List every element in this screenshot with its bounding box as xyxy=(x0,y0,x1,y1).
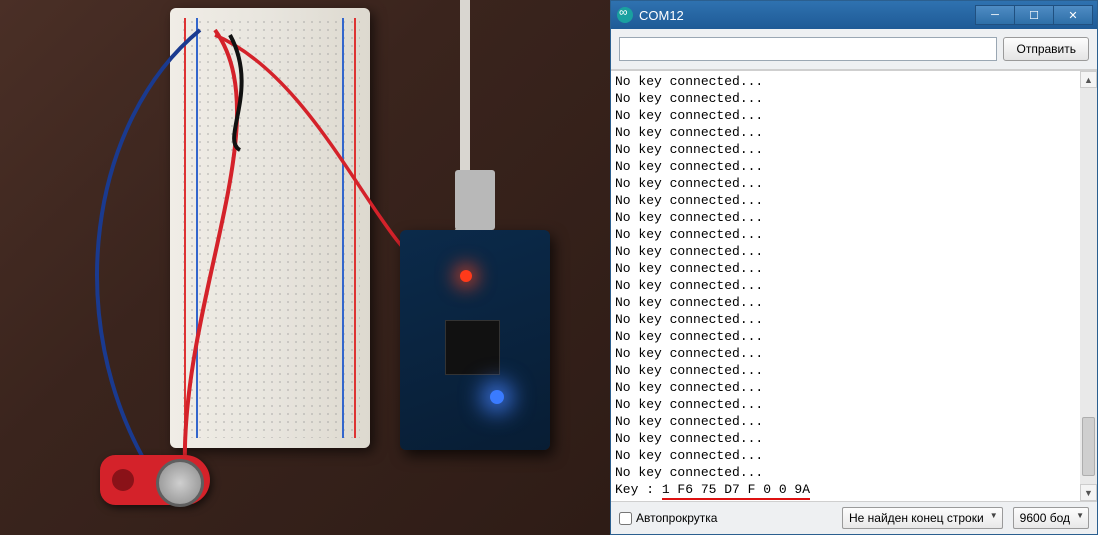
minimize-button[interactable]: ─ xyxy=(975,5,1015,25)
send-row: Отправить xyxy=(611,29,1097,70)
scroll-up-button[interactable]: ▲ xyxy=(1080,71,1097,88)
titlebar[interactable]: COM12 ─ ☐ ✕ xyxy=(611,1,1097,29)
vertical-scrollbar[interactable]: ▲ ▼ xyxy=(1080,71,1097,501)
autoscroll-label: Автопрокрутка xyxy=(636,511,717,525)
scroll-thumb[interactable] xyxy=(1082,417,1095,476)
scroll-track[interactable] xyxy=(1080,88,1097,484)
send-button[interactable]: Отправить xyxy=(1003,37,1089,61)
maximize-button[interactable]: ☐ xyxy=(1014,5,1054,25)
baud-label: 9600 бод xyxy=(1020,511,1070,525)
hardware-photo xyxy=(0,0,610,535)
ibutton-reader xyxy=(100,455,210,505)
serial-output-text[interactable]: No key connected... No key connected... … xyxy=(611,71,1080,501)
output-area: No key connected... No key connected... … xyxy=(611,70,1097,502)
baud-select[interactable]: 9600 бод xyxy=(1013,507,1089,529)
status-bar: Автопрокрутка Не найден конец строки 960… xyxy=(611,502,1097,534)
line-ending-select[interactable]: Не найден конец строки xyxy=(842,507,1003,529)
line-ending-label: Не найден конец строки xyxy=(849,511,984,525)
arduino-icon xyxy=(617,7,633,23)
autoscroll-checkbox-wrap[interactable]: Автопрокрутка xyxy=(619,511,717,525)
autoscroll-checkbox[interactable] xyxy=(619,512,632,525)
close-button[interactable]: ✕ xyxy=(1053,5,1093,25)
serial-input[interactable] xyxy=(619,37,997,61)
scroll-down-button[interactable]: ▼ xyxy=(1080,484,1097,501)
window-title: COM12 xyxy=(639,8,976,23)
breadboard xyxy=(170,8,370,448)
serial-monitor-window: COM12 ─ ☐ ✕ Отправить No key connected..… xyxy=(610,0,1098,535)
arduino-board xyxy=(400,230,550,450)
